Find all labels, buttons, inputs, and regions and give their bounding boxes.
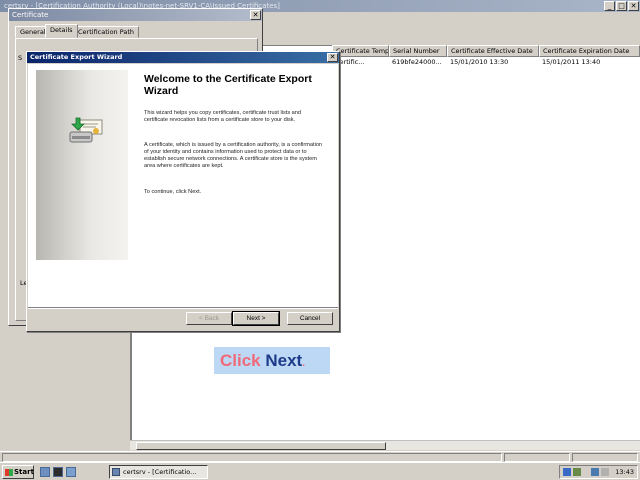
- certificate-close-button[interactable]: ✕: [250, 10, 261, 20]
- taskbar-item-label: certsrv - [Certificatio...: [123, 468, 197, 476]
- windows-logo-icon: [5, 469, 13, 476]
- volume-icon[interactable]: [601, 468, 609, 476]
- callout-click-text: Click: [220, 351, 261, 370]
- close-window-button[interactable]: ✕: [628, 1, 639, 11]
- next-button[interactable]: Next >: [232, 311, 280, 326]
- start-label: Start: [14, 468, 34, 476]
- server-manager-icon[interactable]: [66, 467, 76, 477]
- wizard-paragraph-2: A certificate, which is issued by a cert…: [144, 142, 323, 169]
- taskbar-item-certsrv[interactable]: certsrv - [Certificatio...: [109, 465, 208, 479]
- column-effective-date[interactable]: Certificate Effective Date: [447, 45, 539, 57]
- wizard-close-button[interactable]: ✕: [327, 53, 338, 62]
- cell-expiration: 15/01/2011 13:40: [542, 58, 601, 66]
- wizard-title-bar: Certificate Export Wizard: [27, 52, 339, 63]
- callout-dot: .: [302, 358, 306, 369]
- start-button[interactable]: Start: [2, 465, 34, 479]
- callout-next-text: Next: [265, 351, 303, 370]
- show-label: S: [18, 54, 23, 62]
- certificate-dialog-title: Certificate: [9, 9, 262, 21]
- show-desktop-icon[interactable]: [40, 467, 50, 477]
- maximize-button[interactable]: □: [616, 1, 627, 11]
- command-prompt-icon[interactable]: [53, 467, 63, 477]
- wizard-body: Welcome to the Certificate Export Wizard…: [28, 64, 338, 307]
- security-icon[interactable]: [573, 468, 581, 476]
- monitor-icon[interactable]: [591, 468, 599, 476]
- cell-effective: 15/01/2010 13:30: [450, 58, 509, 66]
- taskbar: Start certsrv - [Certificatio... 13:43: [0, 462, 640, 480]
- wizard-separator: [28, 307, 338, 309]
- certsrv-app-icon: [112, 468, 120, 476]
- cancel-button[interactable]: Cancel: [287, 312, 333, 325]
- certificate-export-icon: [69, 117, 103, 143]
- tab-certification-path[interactable]: Certification Path: [73, 26, 140, 38]
- wizard-paragraph-3: To continue, click Next.: [144, 189, 202, 195]
- instruction-callout: Click Next.: [214, 347, 330, 374]
- column-serial-number[interactable]: Serial Number: [389, 45, 447, 57]
- back-button[interactable]: < Back: [186, 312, 232, 325]
- horizontal-scrollbar[interactable]: [130, 440, 640, 450]
- column-expiration-date[interactable]: Certificate Expiration Date: [539, 45, 640, 57]
- tab-details[interactable]: Details: [45, 24, 78, 38]
- cell-serial: 619bfe24000...: [392, 58, 442, 66]
- export-wizard-dialog: Certificate Export Wizard ✕ Welcome to t…: [26, 51, 340, 332]
- clock: 13:43: [615, 468, 634, 476]
- network-icon[interactable]: [563, 468, 571, 476]
- wizard-side-panel: [36, 70, 128, 260]
- status-bar: [0, 451, 640, 462]
- wizard-paragraph-1: This wizard helps you copy certificates,…: [144, 110, 301, 123]
- status-cell-2: [504, 453, 570, 462]
- cell-template: Certific...: [335, 58, 365, 66]
- status-cell-3: [572, 453, 638, 462]
- status-cell-main: [2, 453, 502, 462]
- system-tray: 13:43: [559, 465, 638, 479]
- wizard-heading: Welcome to the Certificate Export Wizard: [144, 73, 312, 97]
- scrollbar-thumb[interactable]: [136, 442, 386, 450]
- column-certificate-template[interactable]: Certificate Template: [332, 45, 389, 57]
- minimize-button[interactable]: _: [604, 1, 615, 11]
